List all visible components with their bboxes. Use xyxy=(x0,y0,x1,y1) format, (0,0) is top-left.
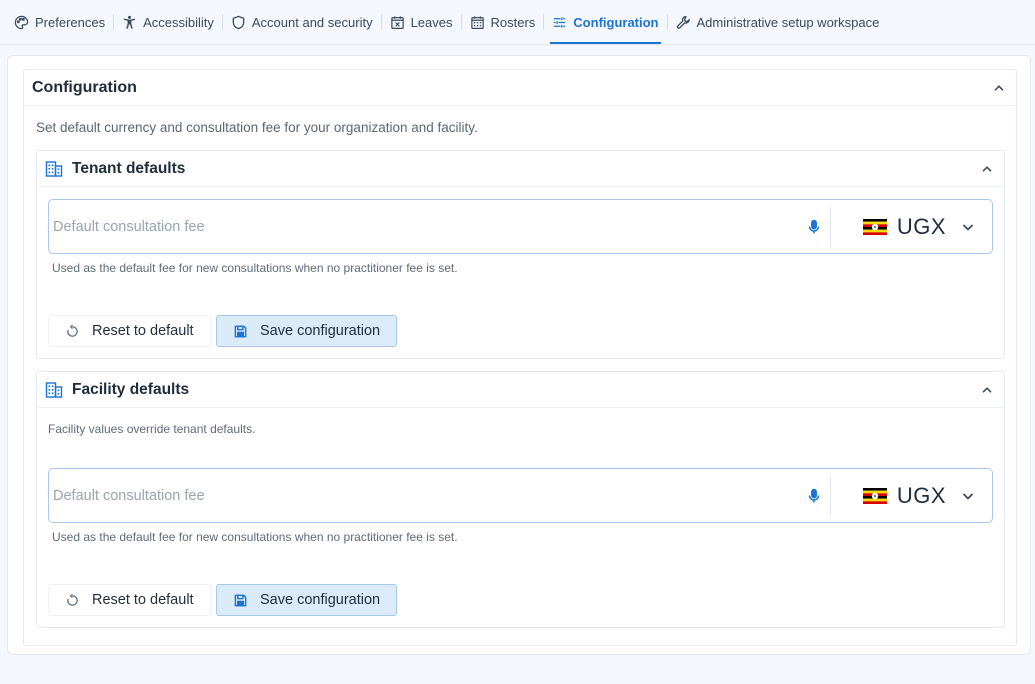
button-label: Save configuration xyxy=(260,323,381,339)
tab-accessibility[interactable]: Accessibility xyxy=(116,0,220,45)
tab-configuration[interactable]: Configuration xyxy=(546,0,664,45)
facility-defaults-header[interactable]: Facility defaults xyxy=(37,372,1004,408)
section-title: Facility defaults xyxy=(72,380,190,398)
chevron-down-icon xyxy=(962,492,974,500)
tab-label: Administrative setup workspace xyxy=(696,14,880,30)
sliders-icon xyxy=(554,16,566,28)
chevron-up-icon[interactable] xyxy=(980,383,994,397)
tenant-fee-field: UGX xyxy=(48,199,993,254)
tab-divider xyxy=(543,14,545,30)
chevron-up-icon[interactable] xyxy=(992,81,1006,95)
tab-divider xyxy=(666,14,668,30)
tab-label: Leaves xyxy=(410,14,453,30)
tab-divider xyxy=(113,14,115,30)
uganda-flag-icon xyxy=(862,218,887,235)
currency-code: UGX xyxy=(896,482,946,508)
calendar-x-icon xyxy=(390,15,404,29)
facility-fee-hint: Used as the default fee for new consulta… xyxy=(52,530,458,544)
configuration-panel: Configuration Set default currency and c… xyxy=(23,69,1017,646)
facility-reset-button[interactable]: Reset to default xyxy=(48,584,211,616)
tenant-defaults-header[interactable]: Tenant defaults xyxy=(37,151,1004,187)
shield-icon xyxy=(232,15,245,29)
button-label: Reset to default xyxy=(92,592,194,608)
accessibility-icon xyxy=(123,15,136,29)
tab-rosters[interactable]: Rosters xyxy=(464,0,542,45)
tab-admin-workspace[interactable]: Administrative setup workspace xyxy=(670,0,886,45)
floppy-disk-icon xyxy=(234,325,247,337)
chevron-down-icon xyxy=(962,223,974,231)
tab-label: Account and security xyxy=(251,14,373,30)
microphone-icon[interactable] xyxy=(806,488,822,504)
building-icon xyxy=(45,160,63,177)
tenant-reset-button[interactable]: Reset to default xyxy=(48,315,211,347)
configuration-header[interactable]: Configuration xyxy=(24,70,1016,106)
field-divider xyxy=(829,475,831,516)
tenant-save-button[interactable]: Save configuration xyxy=(216,315,398,347)
tab-divider xyxy=(380,14,382,30)
tab-label: Configuration xyxy=(573,14,659,30)
field-divider xyxy=(829,206,831,247)
facility-consultation-fee-input[interactable] xyxy=(49,469,806,522)
wrench-icon xyxy=(676,15,690,29)
currency-code: UGX xyxy=(896,213,946,239)
tab-leaves[interactable]: Leaves xyxy=(384,0,459,45)
tab-divider xyxy=(460,14,462,30)
tab-divider xyxy=(221,14,223,30)
tab-preferences[interactable]: Preferences xyxy=(8,0,111,45)
facility-currency-select[interactable]: UGX xyxy=(862,482,992,509)
uganda-flag-icon xyxy=(862,487,887,504)
floppy-disk-icon xyxy=(234,594,247,606)
building-icon xyxy=(45,381,63,398)
reset-icon xyxy=(67,593,78,606)
tenant-defaults-section: Tenant defaults UGX Used as the default … xyxy=(36,150,1005,359)
button-label: Save configuration xyxy=(260,592,381,608)
facility-defaults-section: Facility defaults Facility values overri… xyxy=(36,371,1005,628)
reset-icon xyxy=(67,324,78,337)
facility-fee-field: UGX xyxy=(48,468,993,523)
settings-tabbar: Preferences Accessibility Account and se… xyxy=(0,0,1035,45)
section-title: Tenant defaults xyxy=(72,159,186,177)
button-label: Reset to default xyxy=(92,323,194,339)
microphone-icon[interactable] xyxy=(806,219,822,235)
tab-label: Preferences xyxy=(35,14,106,30)
tab-label: Accessibility xyxy=(143,14,214,30)
palette-icon xyxy=(14,15,29,29)
chevron-up-icon[interactable] xyxy=(980,162,994,176)
tenant-currency-select[interactable]: UGX xyxy=(862,213,992,240)
tenant-fee-hint: Used as the default fee for new consulta… xyxy=(52,261,458,275)
facility-note: Facility values override tenant defaults… xyxy=(48,422,256,436)
tenant-consultation-fee-input[interactable] xyxy=(49,200,806,253)
configuration-description: Set default currency and consultation fe… xyxy=(36,120,478,135)
tab-account-security[interactable]: Account and security xyxy=(225,0,379,45)
content-shell: Configuration Set default currency and c… xyxy=(7,55,1031,655)
calendar-grid-icon xyxy=(470,15,484,29)
facility-save-button[interactable]: Save configuration xyxy=(216,584,398,616)
panel-title: Configuration xyxy=(32,78,137,96)
tab-label: Rosters xyxy=(490,14,536,30)
